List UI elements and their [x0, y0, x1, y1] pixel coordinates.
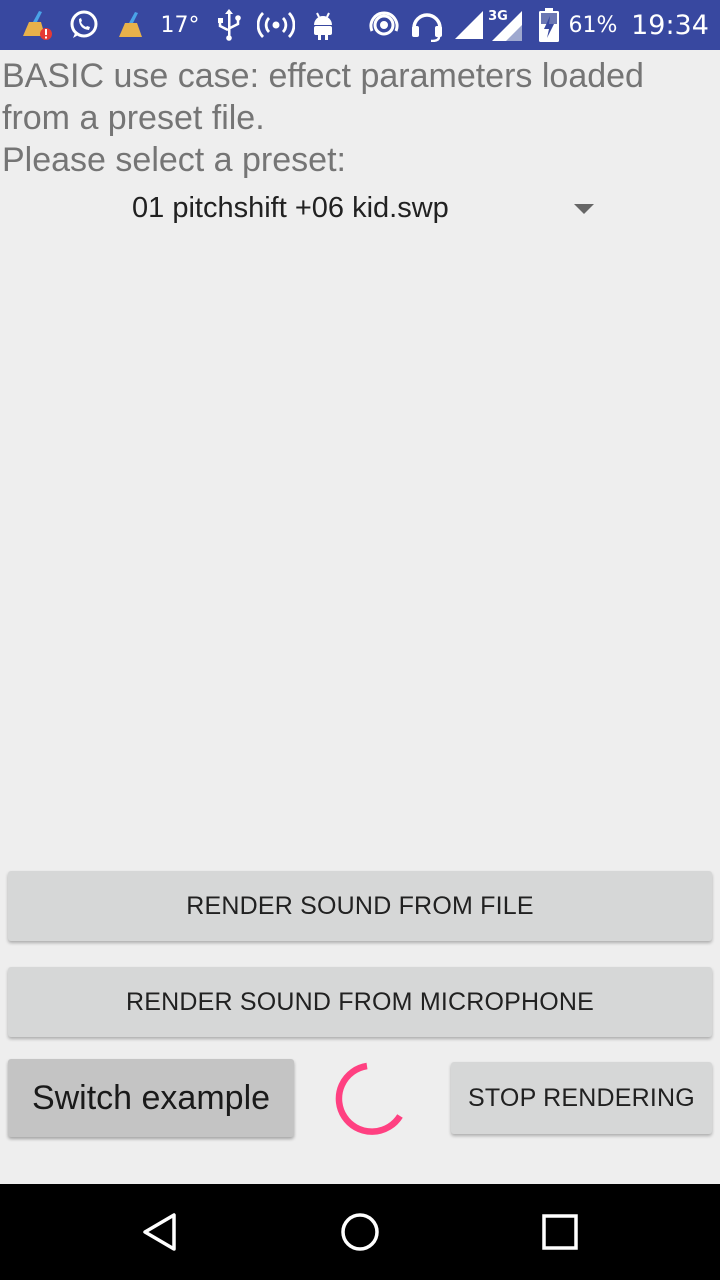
- navigation-bar: [0, 1184, 720, 1280]
- temperature-text: 17°: [160, 12, 200, 38]
- app-screen: 17° 3G 61% 19:34 BASIC use case: effect …: [0, 0, 720, 1280]
- recents-icon[interactable]: [530, 1202, 590, 1262]
- signal-icon: [452, 0, 486, 50]
- intro-text: BASIC use case: effect parameters loaded…: [2, 57, 644, 137]
- preset-prompt: Please select a preset:: [2, 141, 346, 179]
- preset-spinner[interactable]: 01 pitchshift +06 kid.swp: [0, 184, 720, 232]
- dropdown-arrow-icon: [574, 204, 594, 214]
- cast-icon: [366, 0, 402, 50]
- home-icon[interactable]: [330, 1202, 390, 1262]
- switch-example-button[interactable]: Switch example: [8, 1059, 294, 1137]
- render-from-microphone-button[interactable]: RENDER SOUND FROM MICROPHONE: [8, 967, 712, 1037]
- status-bar: 17° 3G 61% 19:34: [0, 0, 720, 50]
- network-type-label: 3G: [488, 8, 508, 24]
- clock: 19:34: [631, 9, 709, 41]
- battery-percent: 61%: [568, 12, 618, 38]
- whatsapp-icon: [66, 0, 102, 50]
- back-icon[interactable]: [130, 1202, 190, 1262]
- cleaner-icon: [114, 0, 150, 50]
- stop-rendering-button[interactable]: STOP RENDERING: [451, 1062, 712, 1134]
- hotspot-icon: [256, 0, 296, 50]
- headset-icon: [408, 0, 446, 50]
- battery-charging-icon: [536, 0, 562, 50]
- preset-selected-value: 01 pitchshift +06 kid.swp: [132, 192, 449, 224]
- render-from-file-button[interactable]: RENDER SOUND FROM FILE: [8, 871, 712, 941]
- loading-spinner: [335, 1062, 403, 1135]
- cleaner-alert-icon: [18, 0, 54, 50]
- android-icon: [308, 0, 338, 50]
- usb-icon: [214, 0, 244, 50]
